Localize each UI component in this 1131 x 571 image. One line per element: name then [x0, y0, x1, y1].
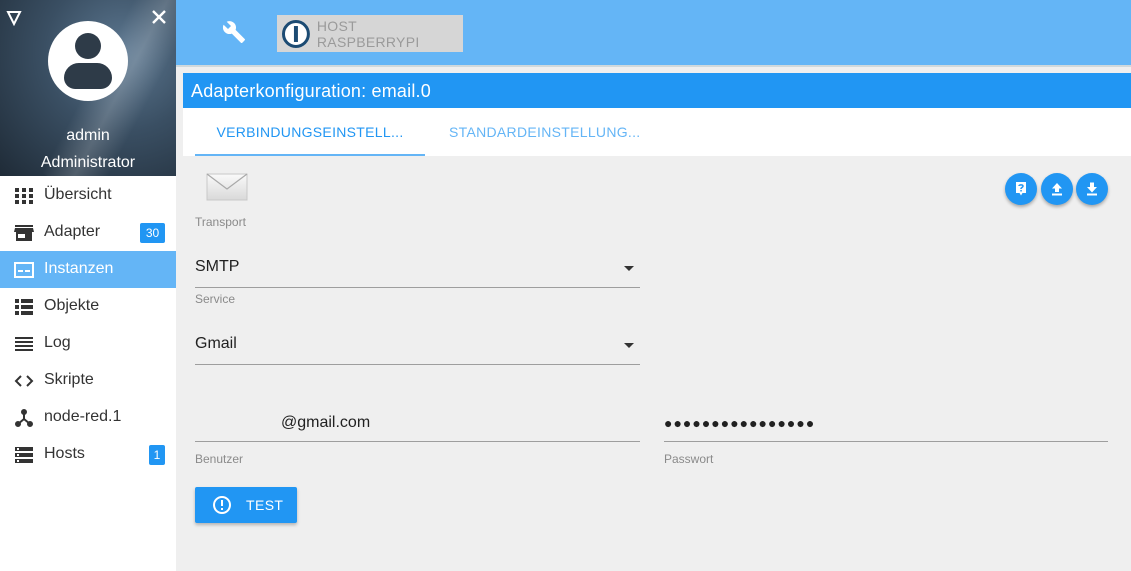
- user-name: admin: [66, 127, 110, 144]
- help-icon: [1016, 182, 1026, 196]
- sidebar: admin Administrator Übersicht Adapter 30: [0, 0, 176, 571]
- iobroker-logo-icon: [281, 19, 310, 48]
- instances-icon: [14, 262, 34, 278]
- tab-connection-settings[interactable]: VERBINDUNGSEINSTELL...: [195, 108, 425, 156]
- service-select[interactable]: Gmail: [195, 331, 640, 365]
- alert-circle-icon: [213, 496, 231, 514]
- nav-item-skripte[interactable]: Skripte: [0, 362, 176, 399]
- help-button[interactable]: [1005, 173, 1037, 205]
- close-icon[interactable]: [150, 8, 168, 26]
- hosts-count-badge: 1: [149, 445, 165, 465]
- nav-item-log[interactable]: Log: [0, 325, 176, 362]
- nav-item-label: Objekte: [44, 297, 100, 314]
- download-icon: [1087, 182, 1097, 196]
- transport-select[interactable]: SMTP: [195, 254, 640, 288]
- dropdown-arrow-icon: [624, 266, 634, 271]
- user-role: Administrator: [40, 154, 136, 171]
- nav-item-label: node-red.1: [44, 408, 122, 425]
- user-label: Benutzer: [195, 452, 244, 466]
- nav-item-instanzen[interactable]: Instanzen: [0, 251, 176, 288]
- service-label: Service: [195, 292, 236, 306]
- nav-item-label: Instanzen: [44, 260, 114, 277]
- test-button-label: TEST: [246, 497, 284, 513]
- host-button[interactable]: HOST RASPBERRYPI: [277, 15, 463, 52]
- transport-value: SMTP: [195, 258, 240, 275]
- nav-item-label: Skripte: [44, 371, 94, 388]
- menu-toggle-icon[interactable]: [6, 10, 22, 26]
- tab-default-settings[interactable]: STANDARDEINSTELLUNG...: [449, 108, 641, 156]
- upload-button[interactable]: [1041, 173, 1073, 205]
- server-icon: [15, 447, 33, 463]
- test-button[interactable]: TEST: [195, 487, 297, 523]
- upload-icon: [1052, 183, 1062, 196]
- nav-item-objekte[interactable]: Objekte: [0, 288, 176, 325]
- user-input[interactable]: @gmail.com: [195, 408, 640, 442]
- password-label: Passwort: [664, 452, 714, 466]
- nav-menu: Übersicht Adapter 30 Instanzen Objekte L…: [0, 177, 176, 473]
- adapter-count-badge: 30: [140, 223, 165, 243]
- download-button[interactable]: [1076, 173, 1108, 205]
- user-profile: admin Administrator: [0, 0, 176, 176]
- nav-item-label: Adapter: [44, 223, 101, 240]
- envelope-icon: [206, 173, 248, 201]
- nav-item-label: Log: [44, 334, 71, 351]
- nav-item-node-red[interactable]: node-red.1: [0, 399, 176, 436]
- nav-item-adapter[interactable]: Adapter 30: [0, 214, 176, 251]
- password-input[interactable]: ●●●●●●●●●●●●●●●●: [664, 408, 1108, 442]
- grid-icon: [15, 188, 33, 204]
- page-title: Adapterkonfiguration: email.0: [183, 73, 1131, 108]
- nav-item-uebersicht[interactable]: Übersicht: [0, 177, 176, 214]
- store-icon: [14, 225, 34, 241]
- list-icon: [15, 299, 33, 315]
- host-label: HOST RASPBERRYPI: [316, 17, 420, 50]
- password-value: ●●●●●●●●●●●●●●●●: [664, 415, 816, 431]
- lines-icon: [15, 337, 33, 351]
- service-value: Gmail: [195, 335, 237, 352]
- transport-label: Transport: [195, 215, 246, 229]
- user-value: @gmail.com: [281, 414, 371, 431]
- tab-bar: VERBINDUNGSEINSTELL... STANDARDEINSTELLU…: [183, 108, 1131, 156]
- wrench-icon[interactable]: [222, 20, 246, 44]
- node-icon: [15, 409, 33, 427]
- nav-item-label: Übersicht: [44, 186, 112, 203]
- nav-item-hosts[interactable]: Hosts 1: [0, 436, 176, 473]
- avatar: [48, 21, 128, 101]
- code-icon: [14, 375, 34, 387]
- nav-item-label: Hosts: [44, 445, 85, 462]
- top-bar: HOST RASPBERRYPI: [176, 0, 1131, 67]
- dropdown-arrow-icon: [624, 343, 634, 348]
